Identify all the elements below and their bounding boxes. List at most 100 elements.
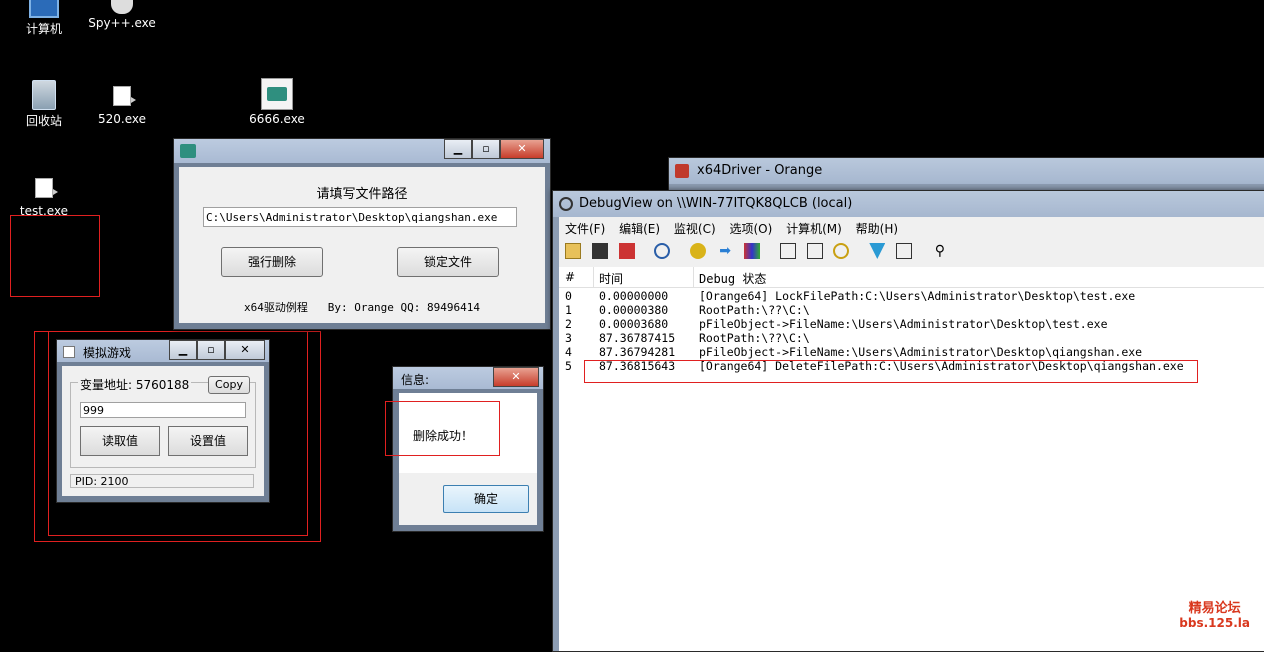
clock-icon[interactable] [833, 243, 850, 259]
path-heading: 请填写文件路径 [316, 187, 408, 202]
game-window: 模拟游戏 ▁ ▫ ✕ 变量地址: 5760188 Copy 999 读取值 设置… [56, 339, 270, 503]
menu-bar: 文件(F) 编辑(E) 监视(C) 选项(O) 计算机(M) 帮助(H) [565, 220, 908, 237]
title-bar[interactable]: x64Driver - Orange [669, 158, 1264, 184]
table-row[interactable]: 1 0.00000380 RootPath:\??\C:\ [559, 303, 1264, 317]
table-row[interactable]: 0 0.00000000 [Orange64] LockFilePath:C:\Us… [559, 289, 1264, 303]
desktop-icon-spy[interactable]: Spy++.exe [82, 0, 162, 30]
row-time: 0.00003680 [599, 317, 669, 331]
autoscroll-icon[interactable]: ➡ [717, 243, 733, 259]
file-icon [35, 178, 58, 198]
desktop-icon-label: 回收站 [25, 114, 62, 128]
watermark: 精易论坛 bbs.125.la [1179, 601, 1250, 631]
row-message: RootPath:\??\C:\ [699, 331, 810, 345]
toolbar: ➡ ⚲ [565, 243, 955, 265]
minimize-button[interactable]: ▁ [169, 340, 197, 360]
close-button[interactable]: ✕ [500, 139, 544, 159]
title-bar[interactable]: 模拟游戏 ▁ ▫ ✕ [57, 340, 269, 362]
binoculars-icon[interactable]: ⚲ [932, 243, 948, 259]
row-time: 87.36787415 [599, 331, 676, 345]
desktop-icon-6666[interactable]: 6666.exe [237, 78, 317, 126]
row-index: 0 [565, 289, 572, 303]
dialog-footer: 确定 [399, 473, 537, 525]
column-time[interactable]: 时间 [599, 270, 623, 287]
row-time: 87.36794281 [599, 345, 676, 359]
game-client: 变量地址: 5760188 Copy 999 读取值 设置值 PID: 2100 [62, 366, 264, 496]
force-delete-button[interactable]: 强行删除 [221, 247, 323, 277]
close-button[interactable]: ✕ [493, 367, 539, 387]
desktop-icon-label: 520.exe [97, 112, 146, 126]
find-icon[interactable] [654, 243, 671, 259]
spy-icon [111, 0, 133, 14]
column-index[interactable]: # [565, 270, 575, 284]
connect-icon[interactable] [869, 243, 886, 259]
ok-button[interactable]: 确定 [443, 485, 529, 513]
desktop-icon-test[interactable]: test.exe [4, 178, 84, 218]
menu-file[interactable]: 文件(F) [565, 222, 605, 236]
row-message: pFileObject->FileName:\Users\Administrat… [699, 317, 1108, 331]
row-index: 2 [565, 317, 572, 331]
computer-icon[interactable] [896, 243, 913, 259]
row-index: 3 [565, 331, 572, 345]
lock-file-button[interactable]: 锁定文件 [397, 247, 499, 277]
app-icon [261, 78, 293, 110]
driver-client: 请填写文件路径 C:\Users\Administrator\Desktop\q… [179, 167, 545, 323]
driver-app-icon [675, 164, 689, 178]
debugview-client: 文件(F) 编辑(E) 监视(C) 选项(O) 计算机(M) 帮助(H) ➡ ⚲ [559, 217, 1264, 651]
table-row[interactable]: 2 0.00003680 pFileObject->FileName:\Users\… [559, 317, 1264, 331]
title-bar[interactable]: DebugView on \\WIN-77ITQK8QLCB (local) [553, 191, 1264, 217]
column-debug[interactable]: Debug 状态 [699, 270, 766, 287]
computer-icon [29, 0, 59, 18]
maximize-button[interactable]: ▫ [472, 139, 500, 159]
debugview-icon [559, 197, 573, 211]
row-time: 0.00000380 [599, 303, 669, 317]
dialog-title: 信息: [401, 373, 430, 387]
table-row[interactable]: 3 87.36787415 RootPath:\??\C:\ [559, 331, 1264, 345]
annotation-box [584, 360, 1198, 383]
title-bar[interactable]: ▁ ▫ ✕ [174, 139, 550, 163]
open-icon[interactable] [565, 243, 581, 259]
footer-credit: x64驱动例程 By: Orange QQ: 89496414 [243, 301, 481, 314]
copy-button[interactable]: Copy [208, 376, 250, 394]
save-icon[interactable] [591, 243, 608, 259]
desktop-icon-computer[interactable]: 计算机 [4, 0, 84, 37]
watermark-title: 精易论坛 [1188, 601, 1241, 616]
file-icon [113, 86, 136, 106]
row-index: 5 [565, 359, 572, 373]
row-message: pFileObject->FileName:\Users\Administrat… [699, 345, 1143, 359]
desktop-icon-label: 6666.exe [249, 112, 305, 126]
recycle-bin-icon [32, 80, 56, 110]
log-to-file-icon[interactable] [618, 243, 635, 259]
menu-options[interactable]: 选项(O) [729, 222, 772, 236]
debugview-window: DebugView on \\WIN-77ITQK8QLCB (local) 文… [552, 190, 1264, 652]
watermark-url: bbs.125.la [1179, 616, 1250, 630]
path-input[interactable]: C:\Users\Administrator\Desktop\qiangshan… [203, 207, 517, 227]
close-button[interactable]: ✕ [225, 340, 265, 360]
clear-icon[interactable] [743, 243, 760, 259]
window-title: DebugView on \\WIN-77ITQK8QLCB (local) [579, 196, 853, 211]
status-bar: PID: 2100 [70, 474, 254, 488]
desktop-icon-recycle-bin[interactable]: 回收站 [4, 80, 84, 129]
set-value-button[interactable]: 设置值 [168, 426, 248, 456]
title-bar[interactable]: 信息: ✕ [393, 367, 543, 389]
read-value-button[interactable]: 读取值 [80, 426, 160, 456]
log-list: # 时间 Debug 状态 0 0.00000000 [Orange64] Lock… [559, 267, 1264, 651]
menu-help[interactable]: 帮助(H) [856, 222, 898, 236]
capture-icon[interactable] [690, 243, 707, 259]
desktop-icon-label: Spy++.exe [88, 16, 156, 30]
row-message: RootPath:\??\C:\ [699, 303, 810, 317]
filter-icon[interactable] [779, 243, 796, 259]
driver-window: ▁ ▫ ✕ 请填写文件路径 C:\Users\Administrator\Des… [173, 138, 551, 330]
menu-capture[interactable]: 监视(C) [674, 222, 716, 236]
row-index: 1 [565, 303, 572, 317]
menu-computer[interactable]: 计算机(M) [786, 222, 842, 236]
value-input[interactable]: 999 [80, 402, 246, 418]
minimize-button[interactable]: ▁ [444, 139, 472, 159]
row-message: [Orange64] LockFilePath:C:\Users\Adminis… [699, 289, 1136, 303]
annotation-box [385, 401, 500, 456]
menu-edit[interactable]: 编辑(E) [619, 222, 660, 236]
annotation-box [10, 215, 100, 297]
maximize-button[interactable]: ▫ [197, 340, 225, 360]
table-row[interactable]: 4 87.36794281 pFileObject->FileName:\Users… [559, 345, 1264, 359]
highlight-icon[interactable] [806, 243, 823, 259]
desktop-icon-520[interactable]: 520.exe [82, 86, 162, 126]
